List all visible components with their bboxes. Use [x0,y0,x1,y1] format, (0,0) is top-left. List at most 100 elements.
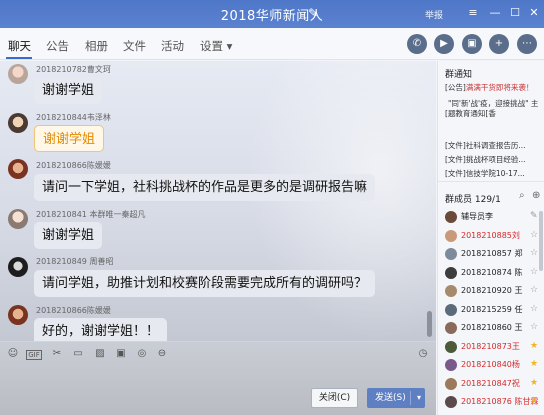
star-icon: ☆ [530,303,539,314]
member-item[interactable]: 2018210920 王 ☆ [445,283,543,299]
notice-item[interactable]: [文件]信技学院10-17... [445,168,525,179]
member-item[interactable]: 2018210857 郑 ☆ [445,246,543,262]
message-sender: 2018210866陈媛媛 [36,161,111,170]
avatar[interactable] [8,257,28,277]
member-item[interactable]: 辅导员李 ✎ [445,209,543,225]
send-button[interactable]: 发送(S) ▾ [367,388,425,408]
gif-icon[interactable]: GIF [26,350,42,360]
member-name: 2018210860 王 [461,323,523,332]
star-icon: ★ [530,377,539,388]
member-name: 2018215259 任 [461,304,523,314]
video-icon[interactable]: ▶ [434,34,454,54]
member-avatar [445,211,457,223]
minimize-icon[interactable]: — [488,6,502,19]
search-icon[interactable]: ⌕ [519,190,525,201]
star-icon: ☆ [530,285,539,295]
member-name: 2018210885刘 [461,230,520,240]
tab-settings[interactable]: 设置 ▾ [200,38,232,54]
more-tool-icon[interactable]: ⊖ [155,348,169,359]
avatar[interactable] [8,159,28,179]
tab-files[interactable]: 文件 [123,38,146,54]
chat-area[interactable]: 2018210782曹文珂 谢谢学姐 2018210844韦泽林 谢谢学姐 20… [0,61,436,341]
notice-item[interactable]: [文件]挑战杯项目经验... [445,154,526,165]
shake-icon[interactable]: ◎ [135,348,149,359]
window-title: 2018华师新闻人 [220,9,324,24]
star-icon: ★ [530,396,539,406]
member-item[interactable]: 2018210874 陈 ☆ [445,265,543,281]
title-bar: 2018华师新闻人 ✎ 举报 ≡ — ☐ ✕ [0,0,544,28]
image-icon[interactable]: ▨ [93,348,107,359]
send-divider [410,391,411,405]
avatar[interactable] [8,113,28,133]
member-name: 2018210873王 [461,341,520,351]
avatar[interactable] [8,64,28,84]
message-bubble: 好的，谢谢学姐！！ [34,318,168,341]
notice-item[interactable]: ["同'新'战'疫，迎接挑战" 主题教育通知[香 [445,99,542,119]
member-name: 2018210876 陈甘霖 [461,397,539,406]
star-icon: ★ [530,340,539,351]
tab-chat[interactable]: 聊天 [8,38,31,54]
edit-name-icon[interactable]: ✎ [308,6,318,20]
history-clock-icon[interactable]: ◷ [416,348,430,359]
message-bubble: 请问一下学姐，社科挑战杯的作品是更多的是调研报告嘛 [34,174,376,201]
maximize-icon[interactable]: ☐ [508,6,522,19]
member-avatar [445,377,457,390]
member-name: 2018210920 王 [461,286,523,295]
member-item[interactable]: 2018210860 王 ☆ [445,320,543,336]
star-icon: ☆ [530,248,539,258]
member-avatar [445,359,457,371]
member-item[interactable]: 2018210873王 ★ [445,339,543,355]
close-icon[interactable]: ✕ [527,6,541,19]
picture-icon[interactable]: ▣ [114,348,128,359]
message-sender: 2018210866陈媛媛 [36,306,111,315]
member-item[interactable]: 2018210885刘 ☆ [445,228,543,244]
avatar[interactable] [8,209,28,229]
member-avatar [445,248,457,260]
message-bubble: 谢谢学姐 [34,125,105,152]
member-name: 2018210847祝 [461,378,520,388]
phone-icon[interactable]: ✆ [407,34,427,54]
notice-item[interactable]: [公告]满满干货即将来袭！ [445,82,533,93]
more-icon[interactable]: ⋯ [517,34,537,54]
close-button[interactable]: 关闭(C) [311,388,358,408]
scissors-icon[interactable]: ✂ [50,348,64,359]
member-scrollbar[interactable] [539,211,543,271]
star-icon: ★ [530,359,539,369]
member-item[interactable]: 2018210876 陈甘霖 ★ [445,394,543,410]
members-title: 群成员 129/1 [445,195,501,205]
group-notice-title: 群通知 [445,70,473,80]
tab-album[interactable]: 相册 [85,38,108,54]
member-item[interactable]: 2018210840杨 ★ [445,357,543,373]
member-name: 2018210840杨 [461,360,520,369]
member-avatar [445,322,457,334]
member-avatar [445,303,457,316]
member-item[interactable]: 2018210847祝 ★ [445,376,543,392]
send-options-chevron-icon[interactable]: ▾ [417,388,421,408]
screen-share-icon[interactable]: ▣ [462,34,482,54]
member-avatar [445,266,457,279]
send-button-label: 发送(S) [375,393,406,403]
notice-item[interactable]: [文件]社科调查报告历... [445,140,526,151]
member-avatar [445,396,457,408]
emoji-icon[interactable]: ☺ [6,348,20,359]
member-item[interactable]: 2018215259 任 ☆ [445,302,543,318]
member-name: 辅导员李 [461,212,493,221]
tab-activity[interactable]: 活动 [161,38,184,54]
message-input[interactable]: ☺ GIF ✂ ▭ ▨ ▣ ◎ ⊖ ◷ 关闭(C) 发送(S) ▾ [0,341,436,415]
member-avatar [445,285,457,297]
add-member-icon[interactable]: ⊕ [532,190,540,201]
message-bubble: 谢谢学姐 [34,222,103,249]
message-bubble: 请问学姐，助推计划和校赛阶段需要完成所有的调研吗？ [34,270,376,297]
tab-bar: 聊天 公告 相册 文件 活动 设置 ▾ ✆ ▶ ▣ + ⋯ [0,28,544,60]
menu-icon[interactable]: ≡ [466,6,480,19]
report-link[interactable]: 举报 [425,8,443,21]
right-panel: 群通知 [公告]满满干货即将来袭！ ["同'新'战'疫，迎接挑战" 主题教育通知… [437,61,544,415]
chat-scrollbar[interactable] [427,311,432,337]
tab-notice[interactable]: 公告 [46,38,69,54]
avatar[interactable] [8,305,28,325]
add-app-icon[interactable]: + [489,34,509,54]
edit-icon: ✎ [530,211,538,221]
folder-icon[interactable]: ▭ [71,348,85,359]
active-tab-indicator [6,57,32,59]
star-icon: ☆ [530,266,539,277]
